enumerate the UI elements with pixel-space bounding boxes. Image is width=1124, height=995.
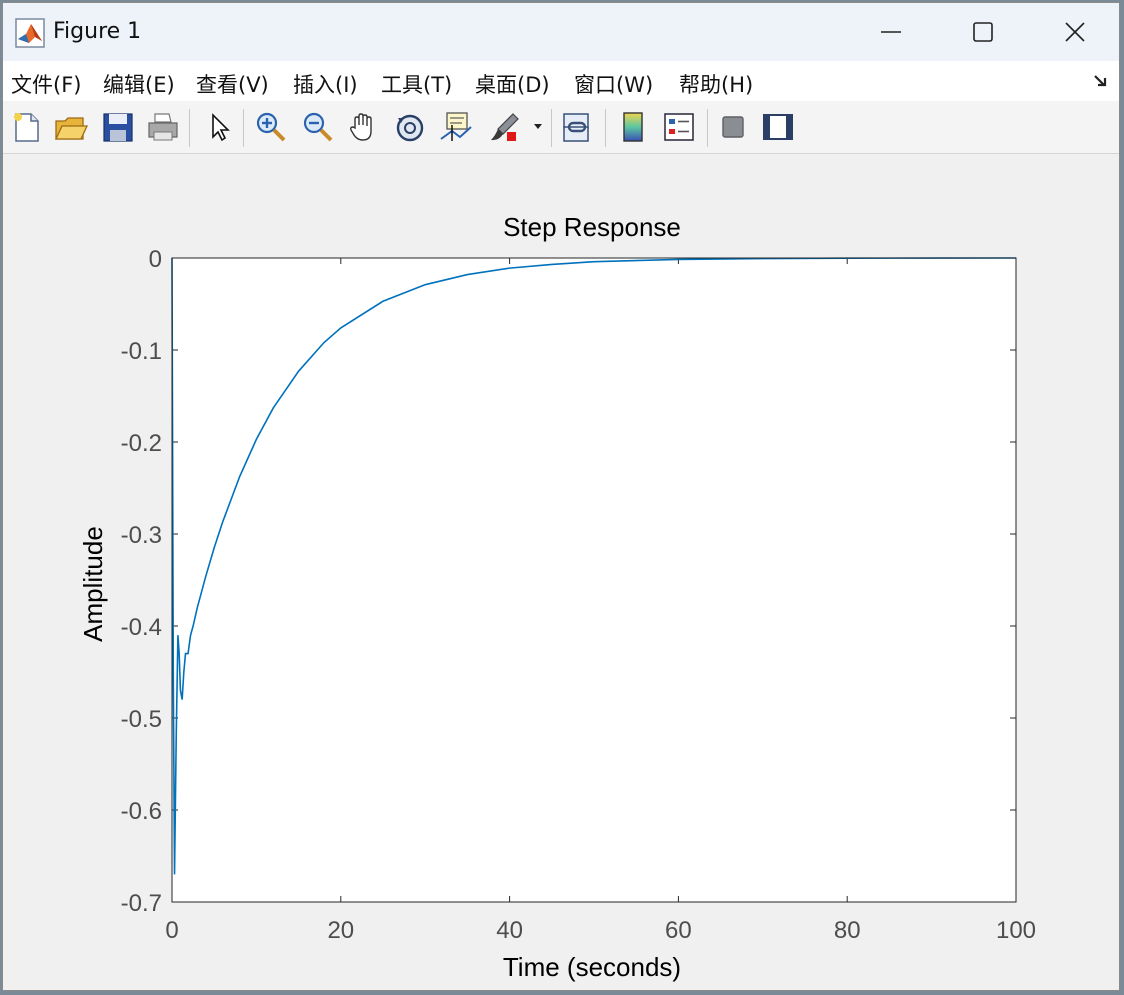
x-tick-labels: 0 20 40 60 80 100 <box>165 917 1036 944</box>
save-icon <box>103 113 133 142</box>
menu-help[interactable]: 帮助(H) <box>679 69 753 99</box>
zoom-in-icon <box>256 112 286 142</box>
toolbar-separator <box>243 109 244 147</box>
menu-desktop[interactable]: 桌面(D) <box>475 69 550 99</box>
x-tick-label: 20 <box>327 917 354 944</box>
pan-hand-icon <box>350 113 372 141</box>
zoom-out-icon <box>303 112 333 142</box>
axes-background <box>172 258 1016 902</box>
toolbar-separator <box>551 109 552 147</box>
colorbar-icon <box>623 112 643 142</box>
menu-window[interactable]: 窗口(W) <box>574 69 653 99</box>
colorbar-button[interactable] <box>615 109 651 145</box>
x-tick-label: 0 <box>165 917 178 944</box>
edit-plot-button[interactable] <box>201 109 237 145</box>
y-tick-label: -0.5 <box>121 706 162 733</box>
open-file-button[interactable] <box>53 109 89 145</box>
maximize-button[interactable] <box>937 3 1029 61</box>
show-plot-tools-button[interactable] <box>760 109 796 145</box>
open-file-icon <box>54 117 89 140</box>
y-tick-label: -0.4 <box>121 614 162 641</box>
y-tick-label: -0.7 <box>121 890 162 917</box>
toolbar-separator <box>707 109 708 147</box>
zoom-out-button[interactable] <box>300 109 336 145</box>
menu-insert[interactable]: 插入(I) <box>293 69 358 99</box>
menu-view[interactable]: 查看(V) <box>196 69 269 99</box>
close-button[interactable] <box>1029 3 1119 61</box>
toolbar-separator <box>189 109 190 147</box>
new-figure-button[interactable] <box>9 109 45 145</box>
y-tick-label: -0.6 <box>121 798 162 825</box>
link-plot-button[interactable] <box>559 109 595 145</box>
menu-tools[interactable]: 工具(T) <box>381 69 452 99</box>
window-title: Figure 1 <box>53 19 142 44</box>
new-figure-icon <box>14 113 39 142</box>
title-bar[interactable]: Figure 1 <box>3 3 1119 61</box>
print-icon <box>148 113 178 141</box>
y-tick-label: -0.2 <box>121 430 162 457</box>
figure-window: Figure 1 文件(F) 编辑(E) 查看(V) 插入(I) 工具(T) 桌… <box>2 2 1120 991</box>
link-plot-icon <box>563 113 589 142</box>
x-tick-label: 60 <box>665 917 692 944</box>
hide-plot-tools-button[interactable] <box>715 109 751 145</box>
brush-button[interactable] <box>487 109 523 145</box>
step-response-axes[interactable]: 0 20 40 60 80 100 0 -0.1 -0.2 -0.3 -0.4 -0.5 -0.6 -0… <box>3 154 1120 991</box>
toolbar <box>3 101 1119 154</box>
dock-arrow-icon[interactable] <box>1093 73 1109 89</box>
brush-icon <box>491 113 519 141</box>
rotate-3d-button[interactable] <box>392 109 428 145</box>
data-cursor-icon <box>440 112 472 141</box>
x-tick-label: 100 <box>996 917 1036 944</box>
minimize-button[interactable] <box>845 3 937 61</box>
print-button[interactable] <box>145 109 181 145</box>
data-cursor-button[interactable] <box>438 109 474 145</box>
show-plot-tools-icon <box>763 114 793 140</box>
figure-canvas[interactable]: 0 20 40 60 80 100 0 -0.1 -0.2 -0.3 -0.4 -0.5 -0.6 -0… <box>3 154 1120 991</box>
pointer-icon <box>212 113 230 142</box>
y-tick-labels: 0 -0.1 -0.2 -0.3 -0.4 -0.5 -0.6 -0.7 <box>121 246 162 917</box>
y-tick-label: 0 <box>149 246 162 273</box>
pan-button[interactable] <box>346 109 382 145</box>
chart-title: Step Response <box>503 212 681 242</box>
y-axis-label: Amplitude <box>78 526 108 642</box>
y-tick-label: -0.1 <box>121 338 162 365</box>
maximize-icon <box>973 22 993 42</box>
x-tick-label: 40 <box>496 917 523 944</box>
save-button[interactable] <box>100 109 136 145</box>
menu-edit[interactable]: 编辑(E) <box>103 69 175 99</box>
matlab-logo-icon <box>15 18 45 48</box>
y-tick-label: -0.3 <box>121 522 162 549</box>
minimize-icon <box>881 31 901 33</box>
rotate-3d-icon <box>396 114 424 142</box>
brush-dropdown-icon[interactable] <box>533 123 543 131</box>
menu-file[interactable]: 文件(F) <box>11 69 81 99</box>
x-axis-label: Time (seconds) <box>503 952 681 982</box>
menu-bar: 文件(F) 编辑(E) 查看(V) 插入(I) 工具(T) 桌面(D) 窗口(W… <box>3 61 1119 102</box>
toolbar-separator <box>605 109 606 147</box>
legend-icon <box>664 113 694 141</box>
close-icon <box>1065 22 1085 42</box>
x-tick-label: 80 <box>834 917 861 944</box>
hide-plot-tools-icon <box>722 116 744 138</box>
legend-button[interactable] <box>661 109 697 145</box>
zoom-in-button[interactable] <box>253 109 289 145</box>
